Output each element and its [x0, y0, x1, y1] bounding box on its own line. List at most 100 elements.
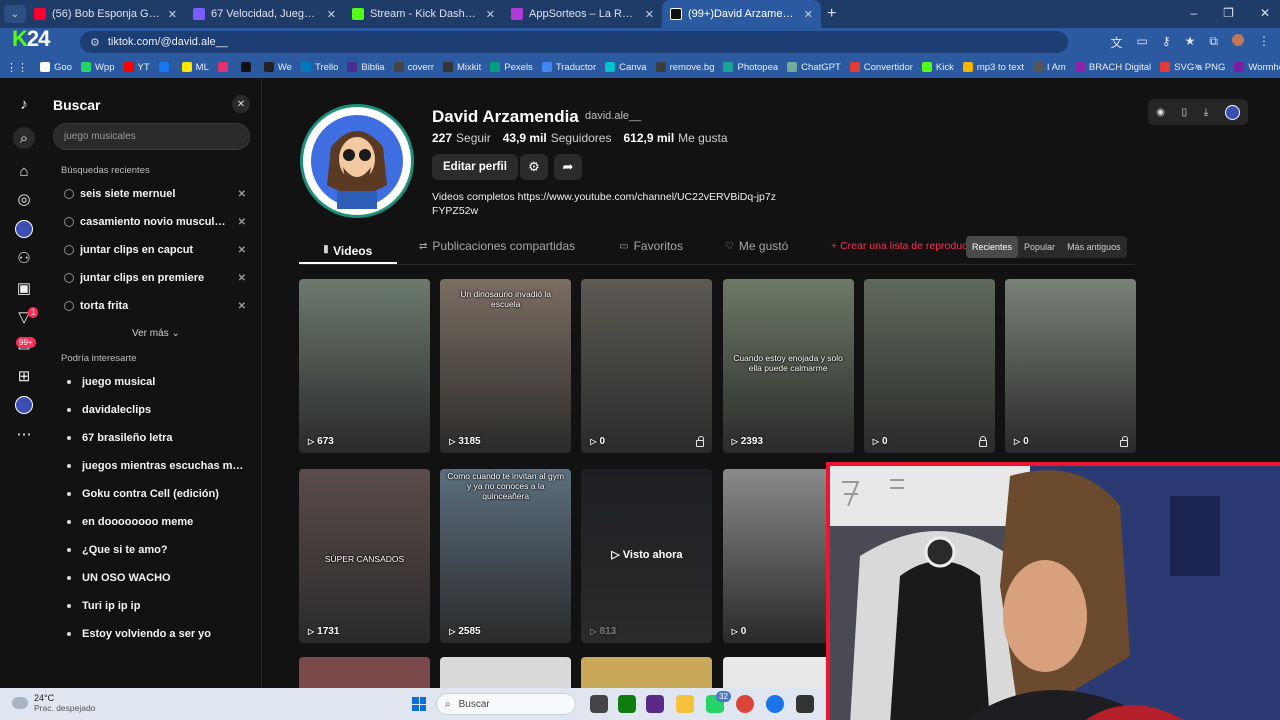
tiktok-logo-icon[interactable]: ♪	[14, 94, 34, 114]
suggestion-item[interactable]: ¿Que si te amo?	[64, 540, 246, 560]
more-icon[interactable]: ⋯	[14, 424, 34, 444]
profile-icon[interactable]	[1232, 34, 1244, 46]
video-card[interactable]: ▷ 673	[299, 279, 430, 453]
video-card[interactable]: ▷ Visto ahora ▷ 813	[581, 469, 713, 643]
profile-bio[interactable]: Videos completos https://www.youtube.com…	[432, 190, 782, 218]
download-icon[interactable]: ⤓	[1204, 107, 1208, 118]
following-icon[interactable]: ⚇	[14, 248, 34, 268]
browser-tab-active[interactable]: (99+)David Arzamendia (@david.ale___)✕	[662, 0, 821, 28]
bookmark-item[interactable]: BRACH Digital	[1074, 62, 1151, 73]
home-icon[interactable]: ⌂	[14, 161, 34, 181]
close-icon[interactable]: ✕	[168, 8, 177, 21]
settings-button[interactable]: ⚙	[520, 154, 548, 180]
bookmark-item[interactable]: ChatGPT	[787, 62, 841, 73]
suggestion-item[interactable]: juegos mientras escuchas música	[64, 456, 246, 476]
suggestion-item[interactable]: en doooooooo meme	[64, 512, 246, 532]
suggestion-item[interactable]: Turi ip ip ip	[64, 596, 246, 616]
bookmark-item[interactable]: mp3 to text	[962, 62, 1024, 73]
bookmark-item[interactable]: I Am	[1032, 62, 1066, 73]
suggestion-item[interactable]: juego musical	[64, 372, 246, 392]
create-playlist-link[interactable]: + Crear una lista de reproducción	[831, 240, 987, 252]
app-icon[interactable]	[646, 695, 664, 713]
device-icon[interactable]: ▯	[1182, 107, 1188, 118]
browser-tab[interactable]: AppSorteos – La Ruleta de la Suerte✕	[503, 0, 662, 28]
close-window-button[interactable]: ✕	[1260, 6, 1270, 20]
weather-widget[interactable]: 24°C Prac. despejado	[12, 693, 95, 713]
star-icon[interactable]: ★	[1185, 34, 1196, 51]
suggestion-item[interactable]: Estoy volviendo a ser yo	[64, 624, 246, 644]
tab-liked[interactable]: ♡ Me gustó	[725, 236, 788, 253]
bookmark-item[interactable]: ML	[181, 62, 209, 73]
tab-favorites[interactable]: ▭ Favoritos	[619, 236, 683, 253]
sort-recent[interactable]: Recientes	[966, 236, 1019, 258]
chrome-icon[interactable]	[736, 695, 754, 713]
video-card[interactable]: ▷ 0	[863, 279, 995, 453]
bookmark-item[interactable]: We	[263, 62, 292, 73]
apps-grid-icon[interactable]: ⋮⋮	[6, 61, 28, 74]
extension-icon[interactable]: ⧉	[1209, 34, 1218, 51]
remove-icon[interactable]: ✕	[238, 217, 246, 228]
windows-start-icon[interactable]	[412, 697, 426, 711]
close-icon[interactable]: ✕	[486, 8, 495, 21]
recent-search-item[interactable]: juntar clips en premiere ✕	[64, 268, 246, 288]
bookmark-item[interactable]: Convertidor	[849, 62, 913, 73]
url-field[interactable]: ⚙ tiktok.com/@david.ale__	[80, 31, 1068, 53]
live-icon[interactable]: ▣	[14, 278, 34, 298]
browser-tab[interactable]: Stream - Kick Dashboard✕	[344, 0, 503, 28]
bookmark-item[interactable]	[217, 62, 232, 72]
live-avatar-icon[interactable]	[14, 219, 34, 239]
video-card[interactable]: Cuando estoy enojada y solo ella puede c…	[722, 279, 854, 453]
minimize-button[interactable]: –	[1190, 6, 1197, 20]
bookmark-item[interactable]: remove.bg	[655, 62, 714, 73]
video-card[interactable]: ▷ 0	[581, 279, 713, 453]
menu-icon[interactable]: ⋮	[1258, 34, 1270, 51]
site-info-icon[interactable]: ⚙	[90, 36, 100, 49]
suggestion-item[interactable]: UN OSO WACHO	[64, 568, 246, 588]
search-input[interactable]	[53, 123, 250, 150]
bookmark-item[interactable]: Pexels	[490, 62, 533, 73]
browser-tab[interactable]: (56) Bob Esponja Guitarra Tutorial✕	[26, 0, 185, 28]
video-card[interactable]: SÚPER CANSADOS ▷ 1731	[299, 469, 430, 643]
search-icon[interactable]: ⌕	[13, 127, 35, 149]
close-icon[interactable]: ✕	[327, 8, 336, 21]
bookmark-item[interactable]: Wpp	[80, 62, 115, 73]
task-view-icon[interactable]	[590, 695, 608, 713]
bookmark-item[interactable]: Kick	[921, 62, 954, 73]
recent-search-item[interactable]: torta frita ✕	[64, 296, 246, 316]
cast-icon[interactable]: ▭	[1137, 34, 1148, 51]
profile-avatar-icon[interactable]	[14, 395, 34, 415]
close-icon[interactable]: ✕	[645, 8, 654, 21]
bookmark-item[interactable]: Canva	[605, 62, 647, 73]
remove-icon[interactable]: ✕	[238, 301, 246, 312]
followers-stat[interactable]: 43,9 mil Seguidores	[503, 131, 612, 145]
remove-icon[interactable]: ✕	[238, 245, 246, 256]
bookmarks-overflow-icon[interactable]: »	[1194, 61, 1200, 72]
new-tab-button[interactable]: +	[827, 5, 836, 23]
bookmark-item[interactable]: Wormhole	[1234, 62, 1280, 73]
close-icon[interactable]: ✕	[804, 8, 813, 21]
translate-icon[interactable]: 文	[1111, 34, 1123, 51]
taskbar-search[interactable]: ⌕ Buscar	[436, 693, 576, 715]
close-icon[interactable]: ✕	[232, 95, 250, 113]
maximize-button[interactable]: ❐	[1223, 6, 1234, 20]
see-more-button[interactable]: Ver más ⌄	[132, 328, 180, 339]
share-button[interactable]: ➦	[554, 154, 582, 180]
sort-popular[interactable]: Popular	[1018, 236, 1061, 258]
bookmark-item[interactable]: Goo	[40, 62, 72, 73]
upload-icon[interactable]: ⊞	[14, 366, 34, 386]
bookmark-item[interactable]: Trello	[300, 62, 338, 73]
video-card[interactable]: Un dinosaurio invadió la escuela ▷ 3185	[440, 279, 572, 453]
remove-icon[interactable]: ✕	[238, 273, 246, 284]
suggestion-item[interactable]: 67 brasileño letra	[64, 428, 246, 448]
bookmark-item[interactable]: Mixkit	[443, 62, 481, 73]
tab-reposts[interactable]: ⇄ Publicaciones compartidas	[419, 236, 575, 253]
suggestion-item[interactable]: davidaleclips	[64, 400, 246, 420]
bookmark-item[interactable]	[240, 62, 255, 72]
following-stat[interactable]: 227 Seguir	[432, 131, 491, 145]
suggestion-item[interactable]: Goku contra Cell (edición)	[64, 484, 246, 504]
sort-oldest[interactable]: Más antiguos	[1061, 236, 1127, 258]
tab-search-button[interactable]: ⌄	[4, 5, 26, 23]
xbox-icon[interactable]	[618, 695, 636, 713]
browser-tab[interactable]: 67 Velocidad, Juega gratis al juego✕	[185, 0, 344, 28]
chrome-active-icon[interactable]	[766, 695, 784, 713]
